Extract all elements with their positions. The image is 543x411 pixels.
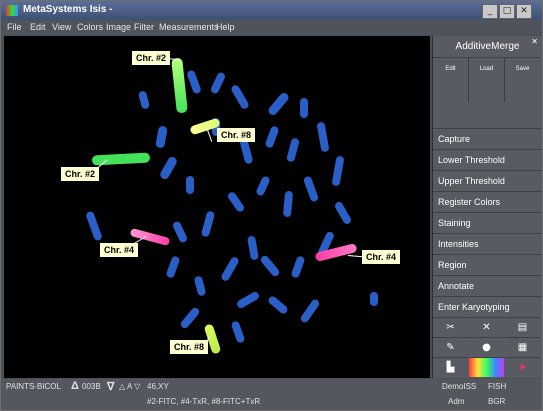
chromosome <box>286 137 300 163</box>
nabla-icon: ∇ <box>107 381 115 393</box>
chromosome <box>333 200 353 226</box>
chromosome <box>267 294 289 316</box>
chromosome <box>282 190 294 218</box>
chromosome-label: Chr. #8 <box>170 340 209 354</box>
chromosome <box>220 255 240 283</box>
grid-icon[interactable]: ▦ <box>505 337 540 357</box>
chromosome-label: Chr. #8 <box>217 128 256 142</box>
panel-actions: Edit Load Save <box>433 57 542 102</box>
chromosome <box>299 298 321 324</box>
chromosome <box>186 176 194 194</box>
window-title: MetaSystems Isis - <box>23 4 113 15</box>
status-bar: PAINTS-BICOL Δ 003B ∇ △ A ▽ 46,XY #2-FIT… <box>1 379 542 410</box>
minimize-button[interactable]: _ <box>482 4 498 19</box>
chromosome <box>230 83 250 111</box>
status-mode: PAINTS-BICOL <box>6 382 61 391</box>
panel-close-icon[interactable]: ✕ <box>531 37 538 46</box>
histogram-icon[interactable]: ▙ <box>433 357 468 377</box>
status-color-scheme: BGR <box>488 397 506 406</box>
pin-icon[interactable]: ✎ <box>433 337 468 357</box>
app-window: MetaSystems Isis - _ □ ✕ File Edit View … <box>0 0 543 411</box>
chromosome <box>171 220 189 244</box>
chromosome-label: Chr. #4 <box>100 243 139 257</box>
annotate-button[interactable]: Annotate <box>433 275 542 295</box>
staining-button[interactable]: Staining <box>433 212 542 232</box>
layers-icon[interactable]: ▤ <box>505 317 540 337</box>
app-icon <box>6 5 18 16</box>
edit-button[interactable]: Edit <box>433 57 469 102</box>
metaphase-image[interactable]: Chr. #2 Chr. #8 Chr. #2 Chr. #4 Chr. #4 … <box>4 36 430 378</box>
circle-icon[interactable]: ● <box>469 337 504 357</box>
menu-view[interactable]: View <box>52 22 71 32</box>
chromosome <box>193 275 207 297</box>
menu-edit[interactable]: Edit <box>30 22 46 32</box>
delta-icon: Δ <box>71 380 79 392</box>
spectrum-icon[interactable]: ■ <box>469 357 504 377</box>
status-karyotype: 46,XY <box>147 382 169 391</box>
chromosome <box>266 91 291 117</box>
menu-colors[interactable]: Colors <box>77 22 103 32</box>
close-button[interactable]: ✕ <box>516 4 532 19</box>
chromosome <box>246 235 260 261</box>
enter-karyotyping-button[interactable]: Enter Karyotyping <box>433 296 542 316</box>
capture-button[interactable]: Capture <box>433 128 542 148</box>
menu-help[interactable]: Help <box>216 22 235 32</box>
chromosome <box>316 121 330 153</box>
chromosome-label: Chr. #2 <box>132 51 171 65</box>
menu-bar: File Edit View Colors Image Filter Measu… <box>1 20 542 35</box>
tool-panel: AdditiveMerge ✕ Edit Load Save Capture L… <box>432 36 542 378</box>
chromosome <box>331 155 345 187</box>
maximize-button[interactable]: □ <box>499 4 515 19</box>
chromosome <box>186 69 202 95</box>
save-button[interactable]: Save <box>505 57 540 102</box>
chromosome-2-painted <box>171 57 188 114</box>
chromosome-label: Chr. #2 <box>61 167 100 181</box>
status-lab: DemoISS <box>442 382 477 391</box>
menu-file[interactable]: File <box>7 22 22 32</box>
upper-threshold-button[interactable]: Upper Threshold <box>433 170 542 190</box>
chromosome <box>235 290 261 310</box>
chromosome <box>137 90 151 110</box>
menu-image[interactable]: Image <box>106 22 131 32</box>
status-user: Adm <box>448 397 465 406</box>
chromosome <box>179 306 201 330</box>
status-probes: #2-FITC, #4-TxR, #8-FITC+TxR <box>147 397 261 406</box>
chromosome-cut-icon[interactable]: ✕ <box>469 317 504 337</box>
chromosome <box>165 255 181 279</box>
status-delta-value: 003B <box>82 382 101 391</box>
menu-filter[interactable]: Filter <box>134 22 154 32</box>
chromosome <box>370 292 378 306</box>
chromosome <box>230 320 246 344</box>
chromosome <box>155 125 168 149</box>
lower-threshold-button[interactable]: Lower Threshold <box>433 149 542 169</box>
triangle-a-icon: △ A ▽ <box>119 382 141 391</box>
chromosome <box>264 125 280 149</box>
chromosome <box>226 190 246 214</box>
scissors-icon[interactable]: ✂ <box>433 317 468 337</box>
chromosome <box>255 175 271 197</box>
chromosome <box>209 71 227 95</box>
arrow-marker-icon[interactable]: ➤ <box>505 357 540 377</box>
load-button[interactable]: Load <box>469 57 505 102</box>
intensities-button[interactable]: Intensities <box>433 233 542 253</box>
chromosome <box>259 254 281 278</box>
panel-title: AdditiveMerge <box>455 41 520 52</box>
status-technique: FISH <box>488 382 507 391</box>
chromosome <box>290 255 306 279</box>
chromosome <box>302 175 320 203</box>
chromosome-label: Chr. #4 <box>362 250 401 264</box>
chromosome <box>158 155 179 181</box>
title-bar: MetaSystems Isis - _ □ ✕ <box>1 1 542 20</box>
region-button[interactable]: Region <box>433 254 542 274</box>
menu-measurements[interactable]: Measurements <box>159 22 219 32</box>
chromosome <box>85 210 103 242</box>
chromosome <box>200 210 216 238</box>
chromosome <box>300 98 308 118</box>
register-colors-button[interactable]: Register Colors <box>433 191 542 211</box>
